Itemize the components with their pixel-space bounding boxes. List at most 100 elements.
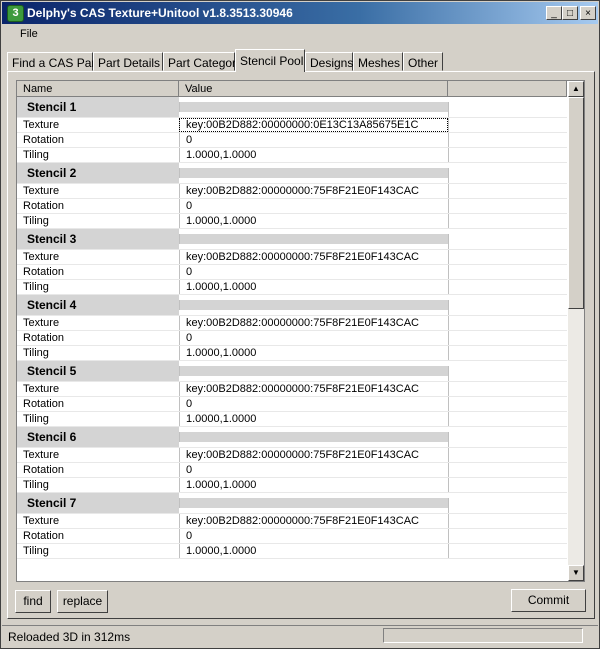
texture-row[interactable]: Texture key:00B2D882:00000000:75F8F21E0F1… <box>17 250 567 265</box>
scroll-up-icon[interactable]: ▲ <box>568 81 584 97</box>
scroll-thumb[interactable] <box>568 97 584 309</box>
tiling-row-extra <box>448 280 567 294</box>
tiling-row-value[interactable]: 1.0000,1.0000 <box>179 346 448 360</box>
texture-row[interactable]: Texture key:00B2D882:00000000:75F8F21E0F1… <box>17 382 567 397</box>
stencil-category-row-value[interactable] <box>179 168 448 178</box>
window-title: Delphy's CAS Texture+Unitool v1.8.3513.3… <box>27 6 293 20</box>
tiling-row[interactable]: Tiling 1.0000,1.0000 <box>17 412 567 427</box>
tiling-row[interactable]: Tiling 1.0000,1.0000 <box>17 214 567 229</box>
tiling-row[interactable]: Tiling 1.0000,1.0000 <box>17 346 567 361</box>
stencil-category-row-value[interactable] <box>179 366 448 376</box>
rotation-row-value[interactable]: 0 <box>179 463 448 477</box>
stencil-category-row-extra <box>448 168 567 183</box>
tiling-row[interactable]: Tiling 1.0000,1.0000 <box>17 280 567 295</box>
stencil-category-row[interactable]: Stencil 2 <box>17 163 567 184</box>
texture-row[interactable]: Texture key:00B2D882:00000000:75F8F21E0F1… <box>17 448 567 463</box>
maximize-button[interactable]: □ <box>562 6 578 20</box>
stencil-category-row[interactable]: Stencil 4 <box>17 295 567 316</box>
stencil-category-row[interactable]: Stencil 5 <box>17 361 567 382</box>
rotation-row[interactable]: Rotation 0 <box>17 397 567 412</box>
stencil-category-row[interactable]: Stencil 3 <box>17 229 567 250</box>
tiling-row-value[interactable]: 1.0000,1.0000 <box>179 544 448 558</box>
texture-row-value[interactable]: key:00B2D882:00000000:75F8F21E0F143CAC <box>179 316 448 330</box>
texture-row-value[interactable]: key:00B2D882:00000000:75F8F21E0F143CAC <box>179 448 448 462</box>
rotation-row[interactable]: Rotation 0 <box>17 529 567 544</box>
tab-stencil-pool[interactable]: Stencil Pool <box>235 49 305 72</box>
menu-file[interactable]: File <box>20 28 38 40</box>
tab-other[interactable]: Other <box>403 52 443 71</box>
rotation-row-extra <box>448 199 567 213</box>
stencil-category-row-name: Stencil 2 <box>17 163 179 183</box>
tiling-row-name: Tiling <box>23 215 49 227</box>
texture-row[interactable]: Texture key:00B2D882:00000000:75F8F21E0F1… <box>17 316 567 331</box>
tiling-row-name: Tiling <box>23 347 49 359</box>
app-icon[interactable]: 3 <box>7 5 24 22</box>
rotation-row[interactable]: Rotation 0 <box>17 199 567 214</box>
tiling-row-value[interactable]: 1.0000,1.0000 <box>179 280 448 294</box>
rotation-row-name: Rotation <box>23 332 64 344</box>
stencil-category-row[interactable]: Stencil 6 <box>17 427 567 448</box>
stencil-category-row-extra <box>448 432 567 447</box>
texture-row-value[interactable]: key:00B2D882:00000000:0E13C13A85675E1C <box>179 118 448 132</box>
texture-row-value[interactable]: key:00B2D882:00000000:75F8F21E0F143CAC <box>179 184 448 198</box>
close-button[interactable]: × <box>580 6 596 20</box>
status-separator <box>2 625 598 626</box>
rotation-row[interactable]: Rotation 0 <box>17 463 567 478</box>
find-button[interactable]: find <box>15 590 51 613</box>
property-grid[interactable]: Name Value Stencil 1 Texture key:00B2D882:… <box>16 80 585 582</box>
stencil-category-row[interactable]: Stencil 1 <box>17 97 567 118</box>
stencil-category-row-value[interactable] <box>179 234 448 244</box>
tiling-row-value[interactable]: 1.0000,1.0000 <box>179 478 448 492</box>
tiling-row-value[interactable]: 1.0000,1.0000 <box>179 412 448 426</box>
rotation-row-value[interactable]: 0 <box>179 529 448 543</box>
rotation-row-name: Rotation <box>23 398 64 410</box>
rotation-row-value[interactable]: 0 <box>179 199 448 213</box>
status-bar: Reloaded 3D in 312ms <box>2 625 598 647</box>
texture-row-value[interactable]: key:00B2D882:00000000:75F8F21E0F143CAC <box>179 514 448 528</box>
tiling-row-value[interactable]: 1.0000,1.0000 <box>179 148 448 162</box>
tab-designs[interactable]: Designs <box>305 52 353 71</box>
rotation-row-value[interactable]: 0 <box>179 331 448 345</box>
texture-row-name: Texture <box>23 515 60 527</box>
rotation-row-value[interactable]: 0 <box>179 265 448 279</box>
tab-strip: Find a CAS Part Part Details Part Catego… <box>7 49 597 72</box>
tiling-row-extra <box>448 346 567 360</box>
tiling-row-extra <box>448 544 567 558</box>
column-header-name[interactable]: Name <box>17 81 179 97</box>
rotation-row-value[interactable]: 0 <box>179 133 448 147</box>
tiling-row[interactable]: Tiling 1.0000,1.0000 <box>17 478 567 493</box>
tab-find-a-cas-part[interactable]: Find a CAS Part <box>7 52 99 71</box>
tiling-row-name: Tiling <box>23 479 49 491</box>
replace-button[interactable]: replace <box>57 590 108 613</box>
rotation-row-value[interactable]: 0 <box>179 397 448 411</box>
stencil-category-row[interactable]: Stencil 7 <box>17 493 567 514</box>
tiling-row-value[interactable]: 1.0000,1.0000 <box>179 214 448 228</box>
rotation-row[interactable]: Rotation 0 <box>17 265 567 280</box>
texture-row[interactable]: Texture key:00B2D882:00000000:0E13C13A856… <box>17 118 567 133</box>
progress-bar <box>383 628 583 643</box>
minimize-button[interactable]: _ <box>546 6 562 20</box>
stencil-category-row-value[interactable] <box>179 102 448 112</box>
stencil-category-row-value[interactable] <box>179 300 448 310</box>
column-header-value[interactable]: Value <box>179 81 448 97</box>
rotation-row[interactable]: Rotation 0 <box>17 331 567 346</box>
title-bar[interactable]: 3 Delphy's CAS Texture+Unitool v1.8.3513… <box>2 2 598 24</box>
tab-part-details[interactable]: Part Details <box>93 52 163 71</box>
commit-button[interactable]: Commit <box>511 589 586 612</box>
tab-meshes[interactable]: Meshes <box>353 52 403 71</box>
rotation-row[interactable]: Rotation 0 <box>17 133 567 148</box>
vertical-scrollbar[interactable]: ▲ ▼ <box>568 81 584 581</box>
tiling-row[interactable]: Tiling 1.0000,1.0000 <box>17 544 567 559</box>
scroll-down-icon[interactable]: ▼ <box>568 565 584 581</box>
rotation-row-extra <box>448 529 567 543</box>
tab-part-category[interactable]: Part Category <box>163 52 242 71</box>
stencil-category-row-value[interactable] <box>179 498 448 508</box>
tiling-row-name: Tiling <box>23 149 49 161</box>
texture-row[interactable]: Texture key:00B2D882:00000000:75F8F21E0F1… <box>17 184 567 199</box>
tiling-row-extra <box>448 214 567 228</box>
stencil-category-row-value[interactable] <box>179 432 448 442</box>
texture-row-value[interactable]: key:00B2D882:00000000:75F8F21E0F143CAC <box>179 250 448 264</box>
tiling-row[interactable]: Tiling 1.0000,1.0000 <box>17 148 567 163</box>
texture-row[interactable]: Texture key:00B2D882:00000000:75F8F21E0F1… <box>17 514 567 529</box>
texture-row-value[interactable]: key:00B2D882:00000000:75F8F21E0F143CAC <box>179 382 448 396</box>
